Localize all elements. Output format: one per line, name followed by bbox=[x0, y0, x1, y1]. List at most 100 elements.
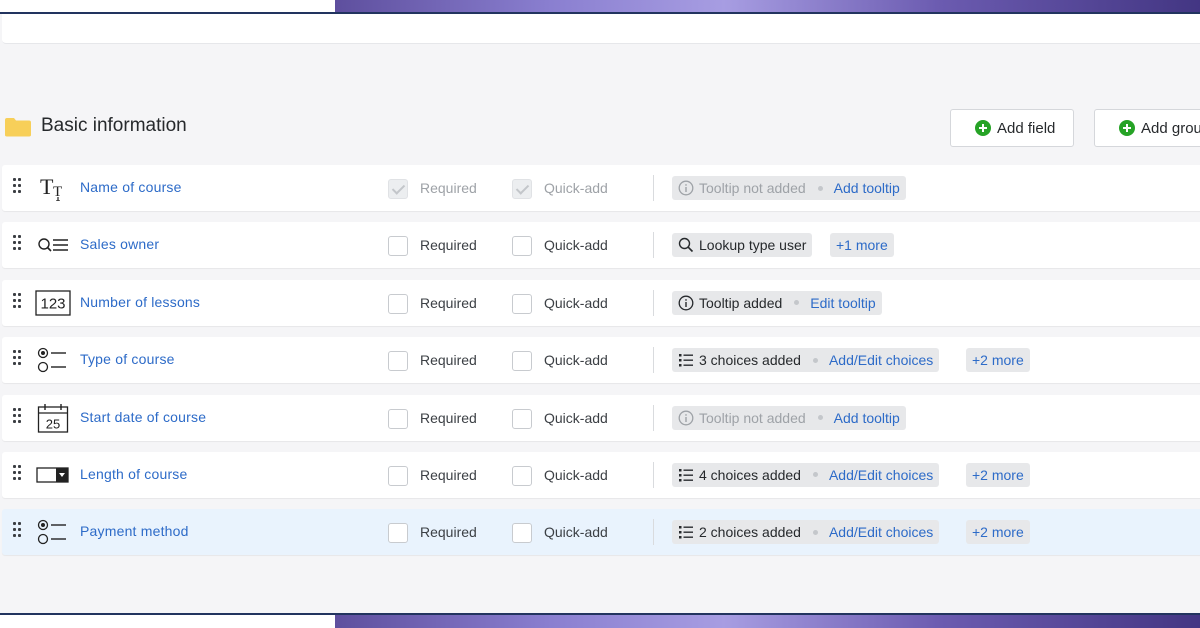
tooltip-status-chip: Tooltip not added Add tooltip bbox=[672, 405, 906, 430]
add-group-button[interactable]: Add grou bbox=[1094, 109, 1200, 147]
section-header: Basic information Add field Add grou bbox=[0, 109, 1200, 148]
separator-dot bbox=[817, 185, 823, 191]
required-checkbox[interactable] bbox=[388, 465, 408, 486]
tooltip-status-chip: Tooltip added Edit tooltip bbox=[672, 290, 882, 315]
divider bbox=[653, 175, 654, 201]
required-checkbox[interactable] bbox=[388, 408, 408, 429]
lookup-type-icon bbox=[34, 231, 72, 259]
required-checkbox[interactable] bbox=[388, 293, 408, 314]
required-checkbox[interactable] bbox=[388, 351, 408, 372]
field-row[interactable]: Type of course Required Quick-add 3 choi… bbox=[2, 337, 1200, 384]
separator-dot bbox=[812, 472, 818, 478]
more-link[interactable]: +2 more bbox=[966, 348, 1030, 373]
add-tooltip-link[interactable]: Add tooltip bbox=[834, 410, 900, 426]
frame-border bbox=[0, 613, 1200, 615]
background-photo-strip bbox=[335, 614, 1200, 628]
required-label: Required bbox=[420, 466, 477, 483]
separator-dot bbox=[812, 529, 818, 535]
add-edit-choices-link[interactable]: Add/Edit choices bbox=[829, 352, 933, 368]
drag-handle-icon[interactable] bbox=[13, 292, 23, 309]
edit-tooltip-link[interactable]: Edit tooltip bbox=[810, 295, 875, 311]
divider bbox=[653, 289, 654, 316]
quick-add-checkbox[interactable] bbox=[512, 408, 532, 429]
choices-status-chip: 4 choices added Add/Edit choices bbox=[672, 462, 940, 487]
field-row[interactable]: Sales owner Required Quick-add Lookup ty… bbox=[2, 222, 1200, 269]
add-tooltip-link[interactable]: Add tooltip bbox=[834, 180, 900, 196]
field-row[interactable]: T T Name of course Required Quick-add To… bbox=[2, 165, 1200, 211]
required-label: Required bbox=[420, 409, 477, 426]
plus-circle-icon bbox=[1119, 120, 1135, 136]
field-name-link[interactable]: Sales owner bbox=[80, 236, 159, 252]
required-label: Required bbox=[420, 294, 477, 311]
status-text: Lookup type user bbox=[699, 237, 807, 254]
required-checkbox[interactable] bbox=[388, 523, 408, 544]
quick-add-checkbox[interactable] bbox=[512, 523, 532, 544]
radio-type-icon bbox=[34, 518, 72, 546]
info-icon bbox=[678, 410, 694, 426]
quick-add-checkbox[interactable] bbox=[512, 293, 532, 314]
divider bbox=[653, 519, 654, 546]
quick-add-label: Quick-add bbox=[544, 180, 608, 196]
more-link[interactable]: +2 more bbox=[966, 462, 1030, 487]
quick-add-label: Quick-add bbox=[544, 409, 608, 426]
lookup-status-chip: Lookup type user bbox=[672, 233, 813, 258]
separator-dot bbox=[794, 300, 800, 306]
add-edit-choices-link[interactable]: Add/Edit choices bbox=[829, 524, 933, 540]
calendar-type-icon: 25 bbox=[34, 403, 72, 433]
list-icon bbox=[678, 352, 694, 368]
field-row[interactable]: 123 Number of lessons Required Quick-add… bbox=[2, 279, 1200, 326]
quick-add-checkbox[interactable] bbox=[512, 236, 532, 257]
drag-handle-icon[interactable] bbox=[13, 350, 23, 366]
field-row[interactable]: Length of course Required Quick-add 4 ch… bbox=[2, 451, 1200, 498]
add-field-label: Add field bbox=[997, 119, 1056, 137]
status-text: Tooltip not added bbox=[699, 180, 806, 196]
status-text: Tooltip not added bbox=[699, 409, 806, 426]
quick-add-checkbox[interactable] bbox=[512, 465, 532, 486]
separator-dot bbox=[817, 415, 823, 421]
section-title: Basic information bbox=[41, 115, 187, 136]
required-checkbox[interactable] bbox=[388, 236, 408, 257]
drag-handle-icon[interactable] bbox=[13, 522, 23, 538]
field-row[interactable]: 25 Start date of course Required Quick-a… bbox=[2, 394, 1200, 441]
drag-handle-icon[interactable] bbox=[13, 178, 23, 194]
status-text: 4 choices added bbox=[699, 466, 801, 483]
add-edit-choices-link[interactable]: Add/Edit choices bbox=[829, 467, 933, 483]
field-name-link[interactable]: Name of course bbox=[80, 179, 182, 195]
folder-icon bbox=[5, 118, 31, 137]
status-text: Tooltip added bbox=[699, 294, 783, 311]
add-field-button[interactable]: Add field bbox=[950, 109, 1075, 147]
dropdown-type-icon bbox=[34, 461, 72, 489]
quick-add-label: Quick-add bbox=[544, 466, 608, 483]
field-name-link[interactable]: Payment method bbox=[80, 523, 189, 539]
quick-add-checkbox[interactable] bbox=[512, 351, 532, 372]
quick-add-label: Quick-add bbox=[544, 352, 608, 369]
divider bbox=[653, 347, 654, 374]
required-label: Required bbox=[420, 180, 477, 196]
drag-handle-icon[interactable] bbox=[13, 407, 23, 424]
more-link[interactable]: +1 more bbox=[830, 233, 894, 258]
separator-dot bbox=[812, 357, 818, 363]
text-type-icon: T T bbox=[34, 174, 72, 202]
field-row[interactable]: Payment method Required Quick-add 2 choi… bbox=[2, 509, 1200, 556]
radio-type-icon bbox=[34, 346, 72, 374]
field-name-link[interactable]: Number of lessons bbox=[80, 294, 200, 310]
field-name-link[interactable]: Start date of course bbox=[80, 409, 206, 425]
more-link[interactable]: +2 more bbox=[966, 520, 1030, 545]
field-name-link[interactable]: Length of course bbox=[80, 466, 188, 482]
quick-add-label: Quick-add bbox=[544, 237, 608, 254]
svg-text:123: 123 bbox=[40, 295, 65, 312]
search-icon bbox=[678, 237, 694, 253]
drag-handle-icon[interactable] bbox=[13, 235, 23, 251]
field-name-link[interactable]: Type of course bbox=[80, 351, 175, 367]
fields-settings-panel: Basic information Add field Add grou T T… bbox=[0, 14, 1200, 613]
quick-add-checkbox bbox=[512, 179, 532, 199]
drag-handle-icon[interactable] bbox=[13, 464, 23, 481]
quick-add-label: Quick-add bbox=[544, 294, 608, 311]
number-type-icon: 123 bbox=[34, 289, 72, 317]
required-label: Required bbox=[420, 352, 477, 369]
status-text: 3 choices added bbox=[699, 352, 801, 369]
add-group-label: Add grou bbox=[1141, 119, 1200, 137]
tooltip-status-chip: Tooltip not added Add tooltip bbox=[672, 176, 906, 200]
list-icon bbox=[678, 467, 694, 483]
quick-add-label: Quick-add bbox=[544, 524, 608, 541]
